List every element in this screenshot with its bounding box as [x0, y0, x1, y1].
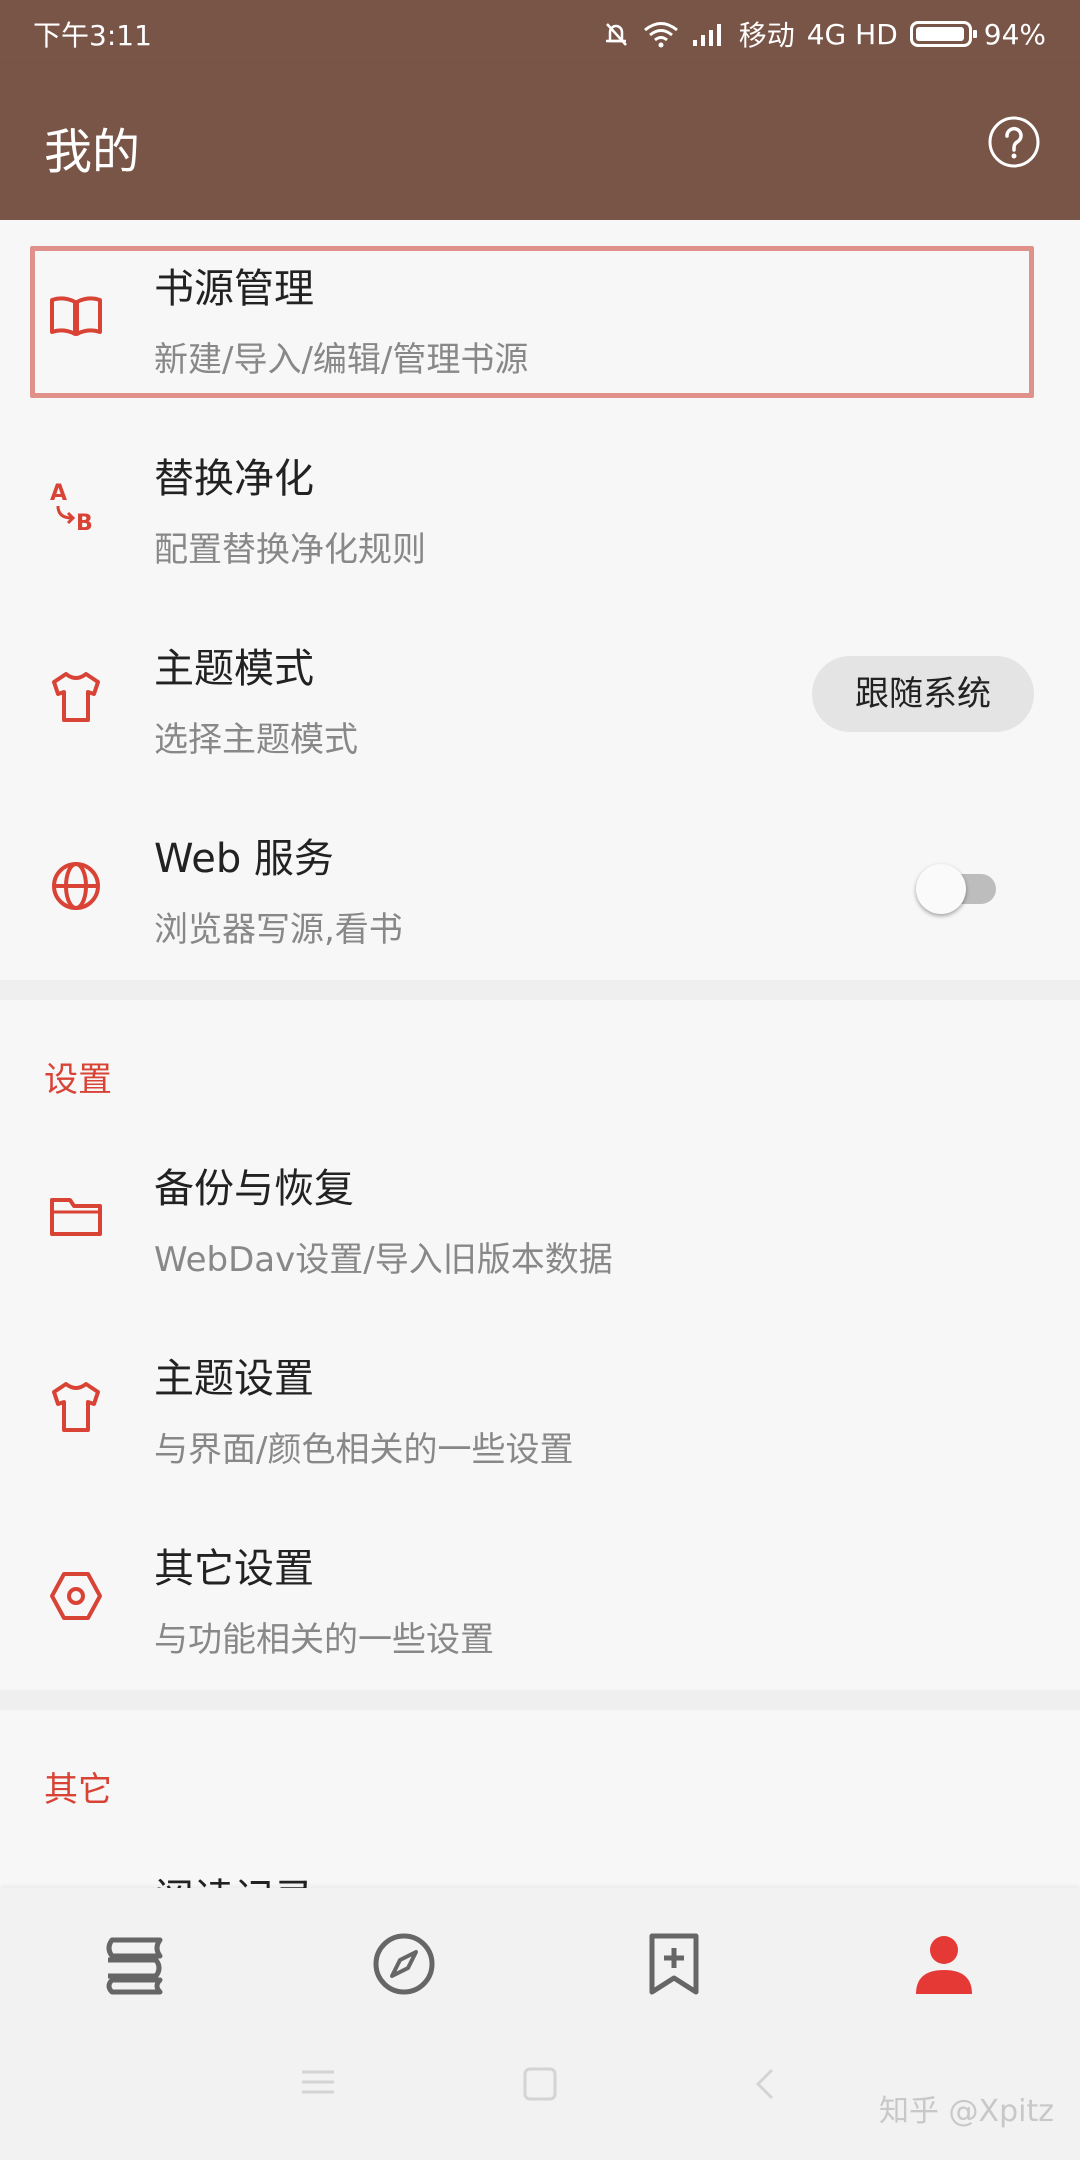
menu-nav-icon[interactable] [300, 2066, 336, 2098]
status-bar: 下午3:11 移动 4G HD 94% [0, 0, 1080, 64]
globe-icon [52, 862, 100, 910]
item-title: Web 服务 [154, 836, 334, 882]
watermark: 知乎 @Xpitz [879, 2094, 1054, 2129]
svg-text:A: A [50, 481, 67, 506]
theme-settings-item[interactable]: 主题设置 与界面/颜色相关的一些设置 [0, 1318, 1080, 1508]
item-subtitle: 浏览器写源,看书 [154, 910, 403, 950]
item-subtitle: 与功能相关的一些设置 [154, 1620, 494, 1660]
back-nav-icon[interactable] [752, 2066, 776, 2102]
home-nav-icon[interactable] [522, 2066, 558, 2102]
item-subtitle: 选择主题模式 [154, 720, 358, 760]
battery-text: 94% [983, 17, 1046, 51]
item-subtitle: WebDav设置/导入旧版本数据 [154, 1240, 613, 1280]
mute-bell-icon [605, 23, 627, 46]
backup-item[interactable]: 备份与恢复 WebDav设置/导入旧版本数据 [0, 1128, 1080, 1318]
item-title: 主题设置 [154, 1356, 314, 1402]
theme-mode-dropdown[interactable]: 跟随系统 [812, 656, 1034, 732]
network-text: 4G HD [806, 17, 898, 51]
app-bar: 我的 [0, 64, 1080, 220]
item-title: 备份与恢复 [154, 1166, 354, 1212]
svg-text:B: B [76, 511, 93, 536]
compass-icon[interactable] [368, 1928, 440, 2000]
toggle-thumb [916, 864, 966, 914]
item-title: 主题模式 [154, 646, 314, 692]
item-subtitle: 配置替换净化规则 [154, 530, 426, 570]
other-header: 其它 [44, 1770, 112, 1810]
person-icon[interactable] [908, 1928, 980, 2000]
item-title: 其它设置 [154, 1546, 314, 1592]
page-title: 我的 [44, 124, 141, 180]
shirt-icon [52, 1382, 100, 1432]
settings-header: 设置 [44, 1060, 112, 1100]
highlight-box [30, 246, 1034, 398]
status-right: 移动 4G HD 94% [601, 14, 1046, 54]
web-service-toggle[interactable] [916, 860, 1004, 916]
battery-icon [909, 21, 977, 47]
shirt-icon [52, 672, 100, 722]
wifi-icon [643, 22, 678, 48]
replace-ab-icon: A B [50, 481, 93, 536]
section-divider [0, 1690, 1080, 1710]
bookshelf-icon[interactable] [98, 1928, 170, 2000]
other-settings-item[interactable]: 其它设置 与功能相关的一些设置 [0, 1508, 1080, 1698]
signal-icon [692, 24, 721, 46]
reading-history-item[interactable]: 阅读记录 [154, 1866, 314, 1888]
help-icon[interactable] [986, 114, 1042, 170]
section-divider [0, 980, 1080, 1000]
carrier-text: 移动 [738, 19, 795, 52]
item-title: 替换净化 [154, 456, 314, 502]
status-time: 下午3:11 [33, 19, 152, 52]
item-subtitle: 与界面/颜色相关的一些设置 [154, 1430, 574, 1470]
other-section [0, 1710, 1080, 1890]
bookmark-add-icon[interactable] [638, 1928, 710, 2000]
folder-icon [50, 1198, 102, 1236]
hexagon-settings-icon [50, 1572, 102, 1620]
replace-item[interactable]: A B 替换净化 配置替换净化规则 [0, 418, 1080, 608]
